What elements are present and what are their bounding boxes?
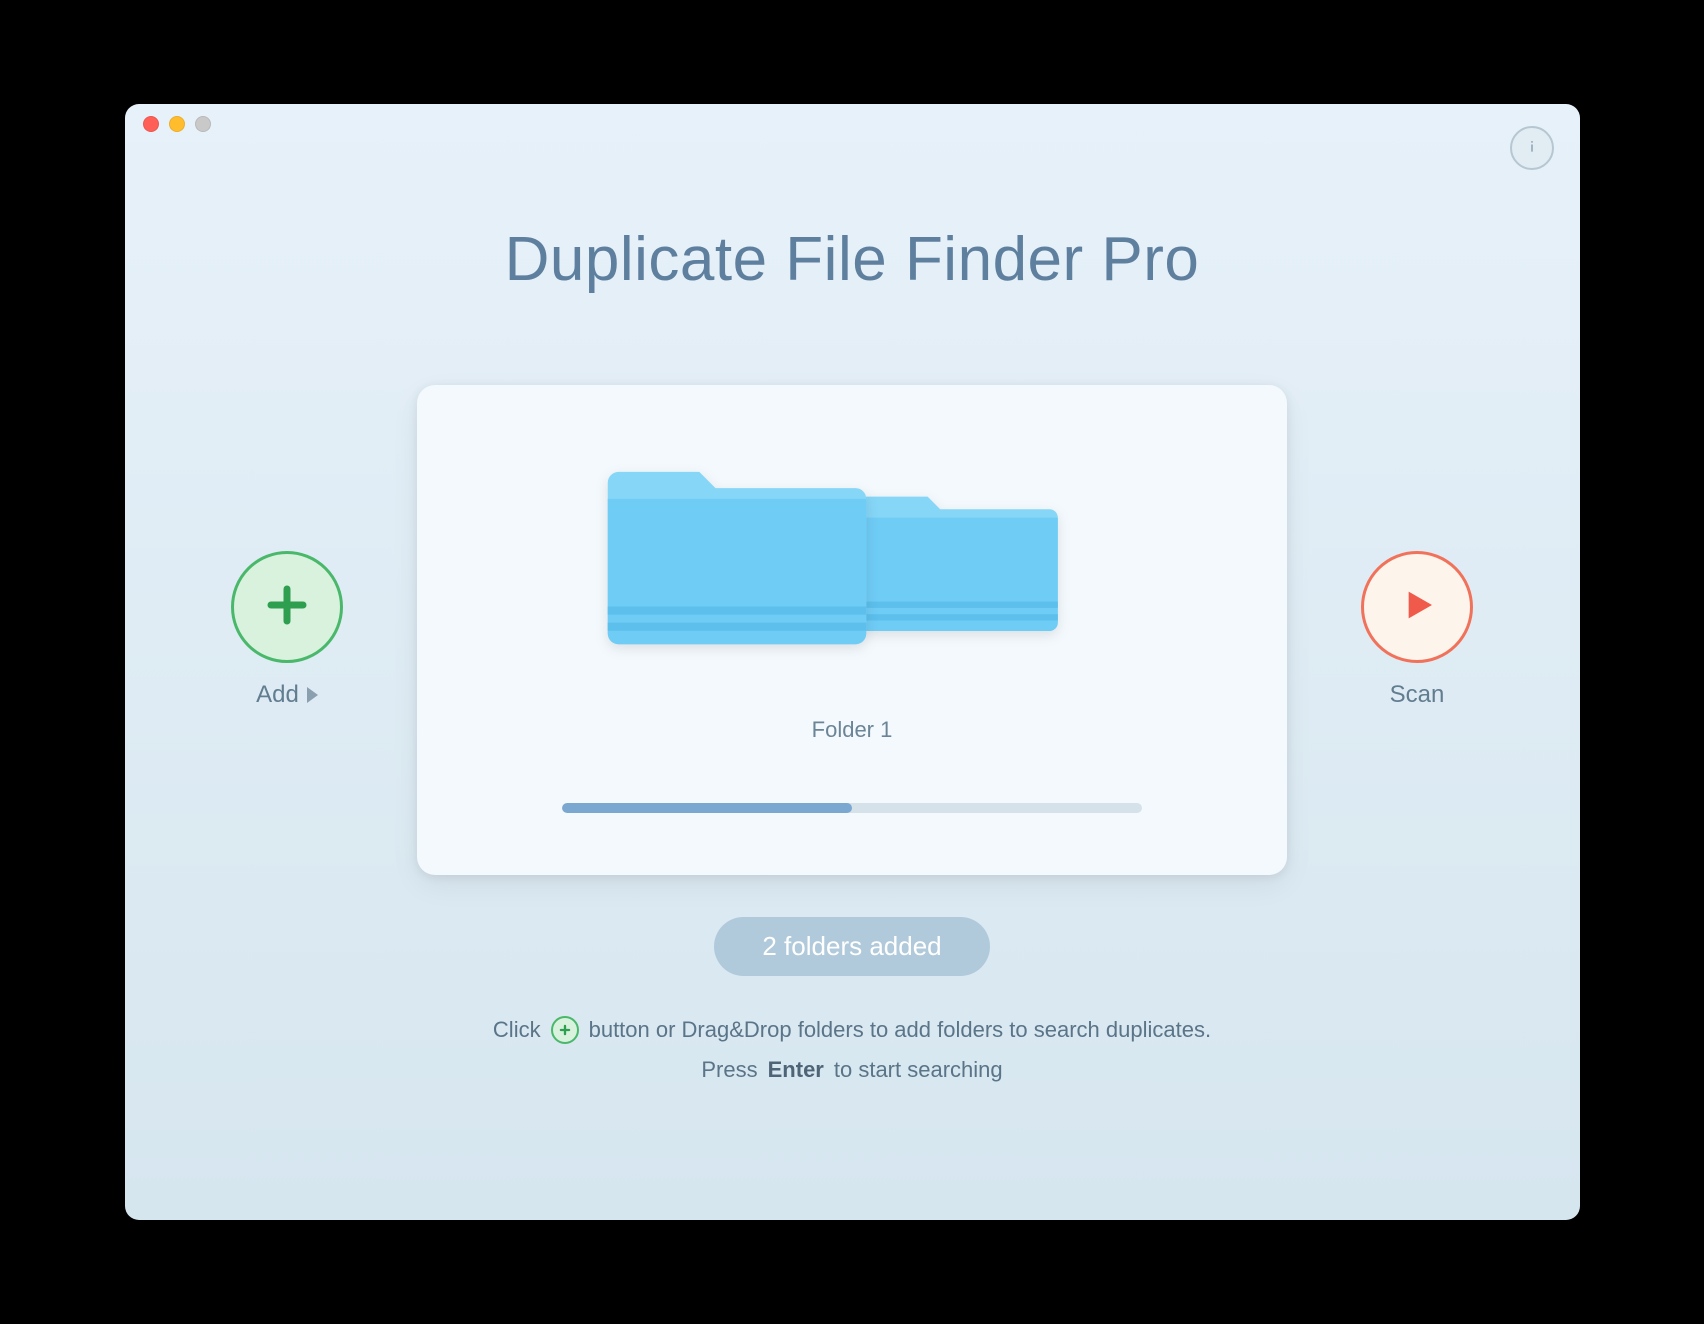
titlebar <box>125 104 1580 144</box>
close-window-button[interactable] <box>143 116 159 132</box>
add-label-text: Add <box>256 681 299 709</box>
folder-name-label: Folder 1 <box>812 717 893 743</box>
status-pill: 2 folders added <box>714 917 989 976</box>
chevron-right-icon <box>307 687 318 703</box>
hint-line-2: Press Enter to start searching <box>125 1050 1580 1090</box>
plus-icon <box>263 581 311 634</box>
scan-label: Scan <box>1390 681 1445 709</box>
hint1-post: button or Drag&Drop folders to add folde… <box>589 1010 1211 1050</box>
main-row: Add <box>125 385 1580 875</box>
info-icon <box>1522 136 1542 161</box>
folder-icon-front <box>602 445 872 655</box>
progress-fill <box>562 803 852 813</box>
minimize-window-button[interactable] <box>169 116 185 132</box>
maximize-window-button[interactable] <box>195 116 211 132</box>
app-window: Duplicate File Finder Pro Add <box>125 104 1580 1220</box>
folder-card[interactable]: Folder 1 <box>417 385 1287 875</box>
add-button[interactable] <box>231 551 343 663</box>
hint-text: Click button or Drag&Drop folders to add… <box>125 1010 1580 1089</box>
hint-line-1: Click button or Drag&Drop folders to add… <box>125 1010 1580 1050</box>
hint2-pre: Press <box>701 1050 757 1090</box>
plus-icon-small <box>551 1016 579 1044</box>
folder-icon-back <box>852 475 1062 640</box>
play-icon <box>1397 585 1437 630</box>
scan-label-text: Scan <box>1390 681 1445 709</box>
app-title: Duplicate File Finder Pro <box>125 224 1580 295</box>
scan-button[interactable] <box>1361 551 1473 663</box>
traffic-lights <box>143 116 211 132</box>
add-label: Add <box>256 681 318 709</box>
folder-preview <box>602 445 1102 695</box>
add-column: Add <box>217 551 357 709</box>
hint2-bold: Enter <box>768 1050 824 1090</box>
info-button[interactable] <box>1510 126 1554 170</box>
scan-column: Scan <box>1347 551 1487 709</box>
hint2-post: to start searching <box>834 1050 1003 1090</box>
progress-bar <box>562 803 1142 813</box>
hint1-pre: Click <box>493 1010 541 1050</box>
